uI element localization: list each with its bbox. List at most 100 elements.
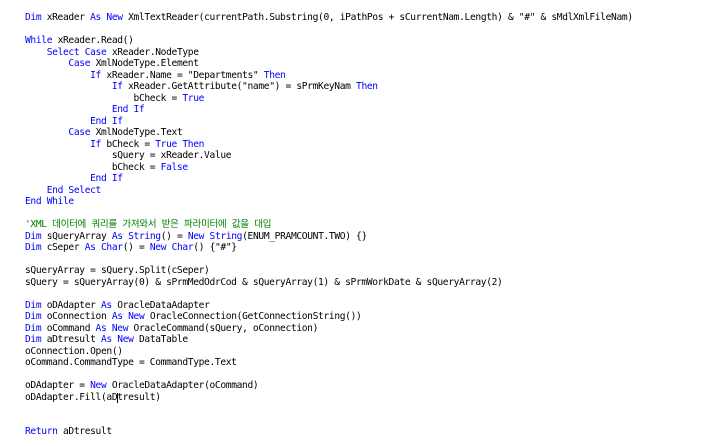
text-caret	[117, 392, 119, 403]
code-line[interactable]: Dim aDtresult As New DataTable	[25, 334, 633, 346]
code-token: OracleDataAdapter(oCommand)	[106, 380, 259, 391]
code-token: XmlTextReader(currentPath.Substring(0, i…	[122, 12, 633, 23]
code-token: bCheck =	[25, 92, 183, 104]
keyword-token: Then	[356, 81, 378, 92]
code-line[interactable]: sQueryArray = sQuery.Split(cSeper)	[25, 265, 633, 277]
code-line[interactable]: Dim oCommand As New OracleCommand(sQuery…	[25, 323, 633, 335]
keyword-token: End Select	[46, 184, 102, 196]
keyword-token: Select Case	[46, 46, 107, 58]
code-line[interactable]: bCheck = False	[25, 162, 633, 174]
keyword-token: If	[111, 81, 123, 92]
code-line[interactable]: sQuery = sQueryArray(0) & sPrmMedOdrCod …	[25, 277, 633, 289]
code-token: xReader	[41, 12, 91, 23]
keyword-token: Case	[68, 127, 91, 138]
code-line[interactable]: End If	[25, 116, 633, 128]
code-token: OracleDataAdapter	[111, 299, 210, 311]
keyword-token: As	[111, 230, 123, 242]
code-line[interactable]: Dim sQueryArray As String() = New String…	[25, 231, 633, 243]
keyword-token: As	[90, 12, 101, 23]
code-token: xReader.Read()	[52, 35, 134, 46]
code-line[interactable]	[25, 369, 633, 381]
code-line[interactable]: If xReader.GetAttribute("name") = sPrmKe…	[25, 81, 633, 93]
code-line[interactable]: Select Case xReader.NodeType	[25, 47, 633, 59]
code-line[interactable]: Dim oDAdapter As OracleDataAdapter	[25, 300, 633, 312]
code-line[interactable]: Dim xReader As New XmlTextReader(current…	[25, 12, 633, 24]
keyword-token: Char	[171, 242, 194, 253]
code-line[interactable]: While xReader.Read()	[25, 35, 633, 47]
code-token: XmlNodeType.Element	[90, 58, 199, 69]
code-token: oCommand.CommandType = CommandType.Text	[25, 357, 237, 368]
keyword-token: New	[117, 334, 134, 345]
keyword-token: As	[111, 311, 123, 322]
keyword-token: New	[106, 12, 123, 23]
code-editor[interactable]: Dim xReader As New XmlTextReader(current…	[0, 0, 720, 446]
code-token: xReader.NodeType	[106, 46, 199, 58]
code-token: DataTable	[133, 334, 188, 345]
code-token: sQuery = sQueryArray(0) & sPrmMedOdrCod …	[25, 276, 503, 288]
keyword-token: New	[187, 230, 205, 242]
keyword-token: Dim	[25, 242, 42, 253]
keyword-token: Dim	[25, 12, 42, 23]
code-line[interactable]	[25, 288, 633, 300]
code-line[interactable]: Return aDtresult	[25, 426, 633, 438]
code-token: (ENUM_PRAMCOUNT.TWO) {}	[242, 230, 367, 242]
code-line[interactable]: oCommand.CommandType = CommandType.Text	[25, 357, 633, 369]
code-line[interactable]: Case XmlNodeType.Text	[25, 127, 633, 139]
keyword-token: Dim	[25, 230, 42, 242]
code-line[interactable]: 'XML 데이터에 쿼리를 가져와서 받은 파라미터에 값을 대입	[25, 219, 633, 231]
keyword-token: Case	[68, 58, 91, 69]
code-line[interactable]: oDAdapter = New OracleDataAdapter(oComma…	[25, 380, 633, 392]
code-token: xReader.GetAttribute("name") = sPrmKeyNa…	[122, 81, 357, 92]
comment-token: 'XML 데이터에 쿼리를 가져와서 받은 파라미터에 값을 대입	[25, 219, 272, 230]
keyword-token: As	[84, 242, 96, 253]
code-line[interactable]	[25, 403, 633, 415]
code-line[interactable]	[25, 208, 633, 220]
keyword-token: New	[111, 322, 129, 334]
code-line[interactable]: End While	[25, 196, 633, 208]
code-line[interactable]	[25, 254, 633, 266]
code-token: bCheck =	[25, 161, 161, 173]
code-token: () =	[122, 242, 150, 253]
keyword-token: As	[100, 334, 112, 345]
code-line[interactable]: bCheck = True	[25, 93, 633, 105]
code-token: () {"#"}	[193, 242, 237, 253]
code-line[interactable]: Case XmlNodeType.Element	[25, 58, 633, 70]
keyword-token: New	[128, 311, 145, 322]
code-token: xReader.Name = "Departments"	[100, 69, 264, 81]
code-line[interactable]: End If	[25, 104, 633, 116]
code-line[interactable]: If xReader.Name = "Departments" Then	[25, 70, 633, 82]
code-content[interactable]: Dim xReader As New XmlTextReader(current…	[25, 12, 633, 438]
code-token: bCheck =	[100, 138, 156, 150]
code-line[interactable]: Dim oConnection As New OracleConnection(…	[25, 311, 633, 323]
keyword-token: New	[149, 242, 167, 253]
code-line[interactable]: oDAdapter.Fill(aDtresult)	[25, 392, 633, 404]
keyword-token: Return	[25, 426, 58, 437]
code-token: XmlNodeType.Text	[90, 127, 183, 138]
code-token: aDtresult	[57, 426, 112, 437]
code-token: oDAdapter =	[25, 380, 91, 391]
code-token: oDAdapter	[41, 299, 101, 311]
keyword-token: Dim	[25, 311, 42, 322]
code-line[interactable]: End Select	[25, 185, 633, 197]
keyword-token: End If	[111, 104, 145, 115]
keyword-token: Char	[101, 242, 123, 253]
keyword-token: Dim	[25, 299, 42, 311]
code-line[interactable]: If bCheck = True Then	[25, 139, 633, 151]
keyword-token: True	[182, 92, 205, 104]
code-line[interactable]: End If	[25, 173, 633, 185]
keyword-token: Then	[263, 69, 286, 81]
code-line[interactable]: sQuery = xReader.Value	[25, 150, 633, 162]
keyword-token: New	[90, 380, 107, 391]
code-token: oCommand	[41, 322, 96, 334]
code-line[interactable]	[25, 24, 633, 36]
code-line[interactable]: Dim cSeper As Char() = New Char() {"#"}	[25, 242, 633, 254]
code-line[interactable]: oConnection.Open()	[25, 346, 633, 358]
code-token: OracleConnection(GetConnectionString())	[144, 311, 362, 322]
code-line[interactable]	[25, 415, 633, 427]
